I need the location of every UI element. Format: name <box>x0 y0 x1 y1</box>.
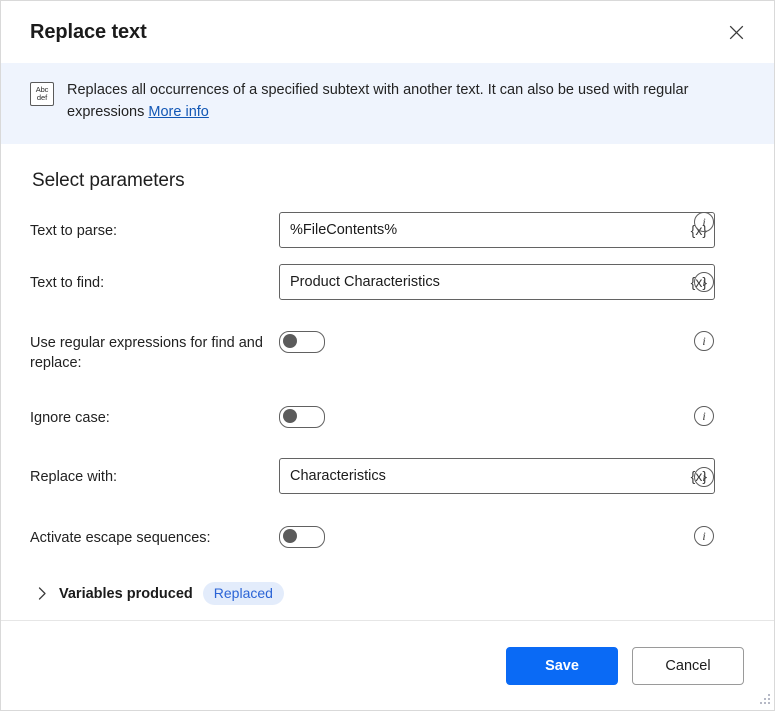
resize-grip[interactable] <box>758 694 771 707</box>
info-banner: Abc def Replaces all occurrences of a sp… <box>1 63 774 144</box>
info-icon[interactable]: i <box>694 467 714 487</box>
form-row-text-to-find: Text to find: Product Characteristics {x… <box>30 248 744 300</box>
page-title: Replace text <box>30 21 716 44</box>
text-to-find-input[interactable]: Product Characteristics {x} <box>279 264 715 300</box>
replace-with-input[interactable]: Characteristics {x} <box>279 458 715 494</box>
close-icon[interactable] <box>716 14 756 50</box>
info-icon[interactable]: i <box>694 406 714 426</box>
info-banner-text: Replaces all occurrences of a specified … <box>67 79 744 123</box>
form-row-ignore-case: Ignore case: i <box>30 373 744 428</box>
text-to-find-value: Product Characteristics <box>290 274 440 290</box>
label-text-to-find: Text to find: <box>30 264 279 293</box>
form-row-replace-with: Replace with: Characteristics {x} i <box>30 428 744 494</box>
label-activate-escape-sequences: Activate escape sequences: <box>30 521 279 548</box>
abc-def-icon-bottom: def <box>37 94 47 102</box>
activate-escape-sequences-toggle[interactable] <box>279 526 325 548</box>
label-use-regex: Use regular expressions for find and rep… <box>30 326 279 373</box>
text-to-parse-value: %FileContents% <box>290 222 397 238</box>
dialog-titlebar: Replace text <box>1 1 774 63</box>
label-ignore-case: Ignore case: <box>30 401 279 428</box>
toggle-knob <box>283 529 297 543</box>
info-icon[interactable]: i <box>694 331 714 351</box>
replace-with-value: Characteristics <box>290 468 386 484</box>
dialog-footer: Save Cancel <box>1 620 774 710</box>
variables-produced-label: Variables produced <box>59 586 193 602</box>
status-badge[interactable]: Replaced <box>203 582 284 605</box>
label-replace-with: Replace with: <box>30 458 279 487</box>
text-to-parse-input[interactable]: %FileContents% {x} <box>279 212 715 248</box>
info-icon[interactable]: i <box>694 272 714 292</box>
label-text-to-parse: Text to parse: <box>30 212 279 241</box>
more-info-link[interactable]: More info <box>148 104 208 120</box>
chevron-right-icon <box>35 587 49 601</box>
info-icon[interactable]: i <box>694 526 714 546</box>
save-button[interactable]: Save <box>506 647 618 685</box>
toggle-knob <box>283 409 297 423</box>
form-row-use-regex: Use regular expressions for find and rep… <box>30 300 744 373</box>
cancel-button[interactable]: Cancel <box>632 647 744 685</box>
dialog-body: Select parameters Text to parse: %FileCo… <box>1 144 774 620</box>
abc-def-icon: Abc def <box>30 82 54 106</box>
form-row-text-to-parse: Text to parse: %FileContents% {x} i <box>30 192 744 248</box>
form-row-activate-escape-sequences: Activate escape sequences: i <box>30 494 744 548</box>
use-regex-toggle[interactable] <box>279 331 325 353</box>
info-icon[interactable]: i <box>694 212 714 232</box>
replace-text-dialog: Replace text Abc def Replaces all occurr… <box>0 0 775 711</box>
variables-produced-section[interactable]: Variables produced Replaced <box>35 582 284 605</box>
ignore-case-toggle[interactable] <box>279 406 325 428</box>
toggle-knob <box>283 334 297 348</box>
section-heading: Select parameters <box>32 170 744 192</box>
